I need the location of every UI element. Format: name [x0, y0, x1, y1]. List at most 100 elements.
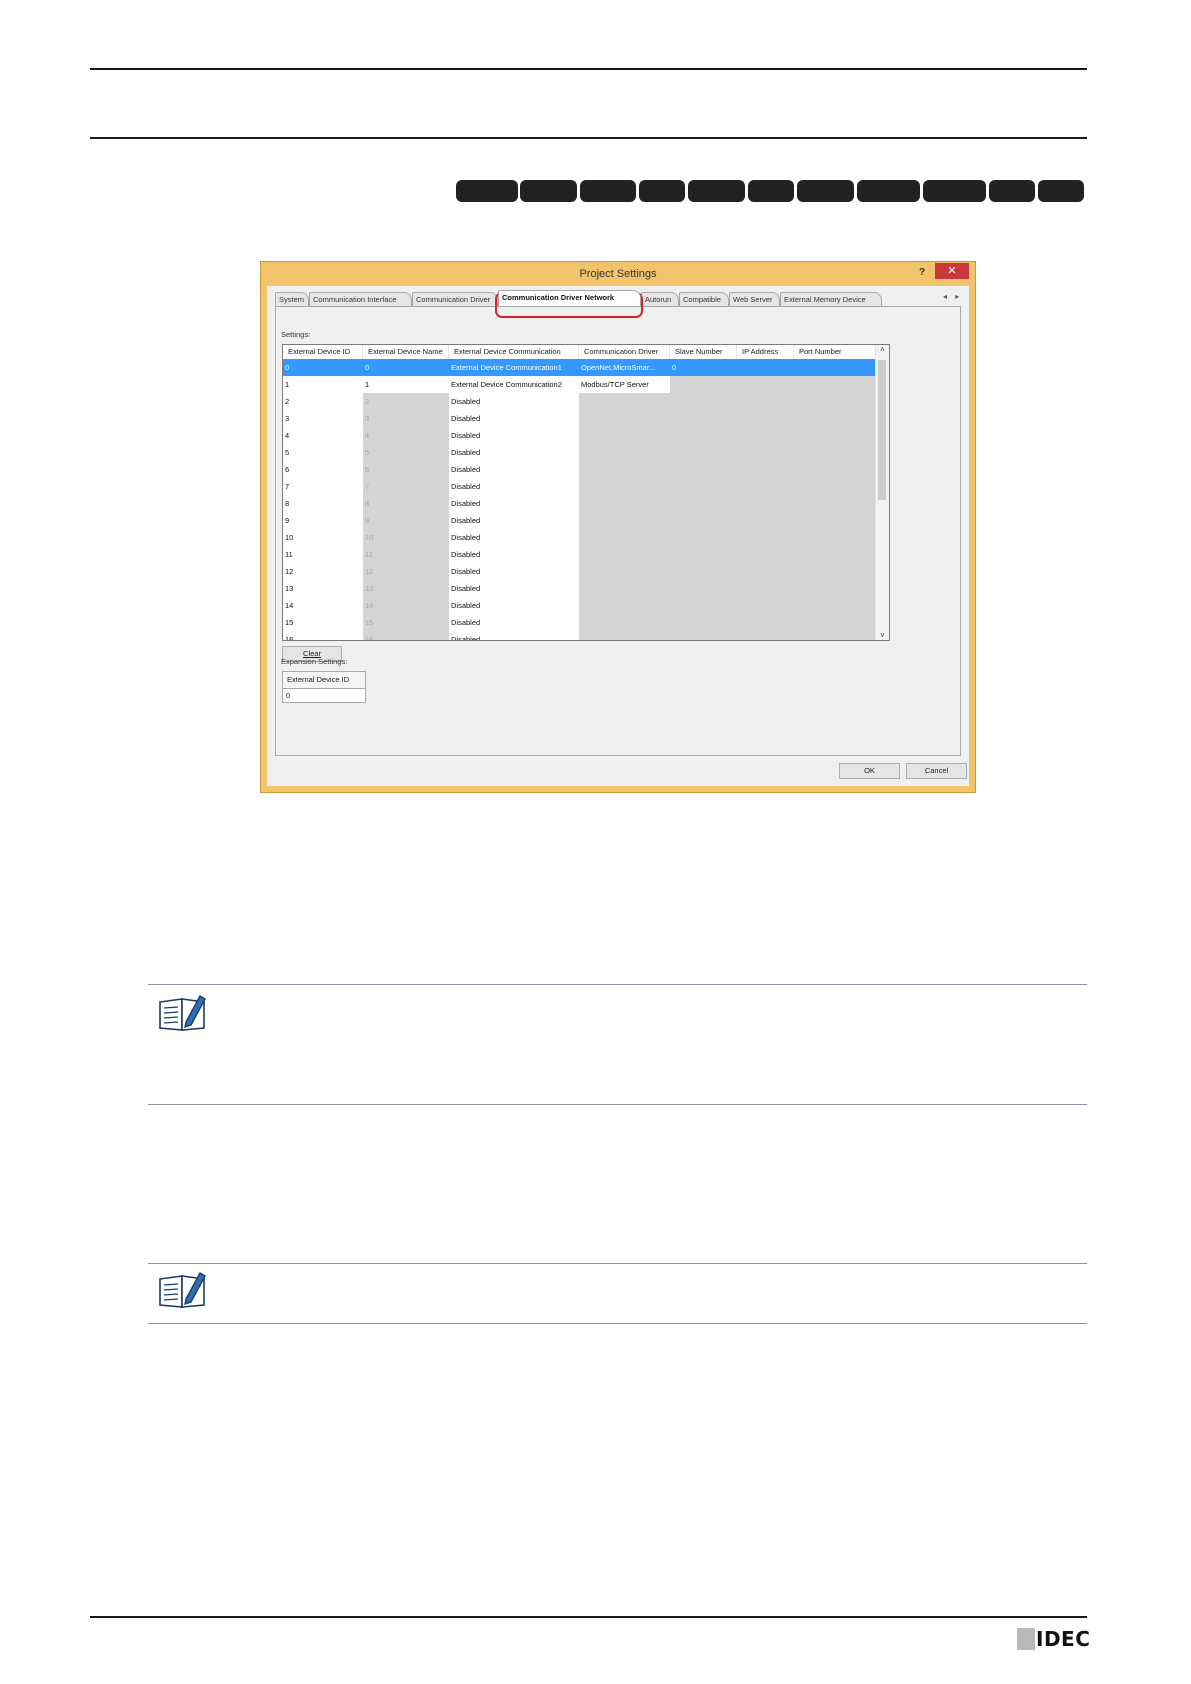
scroll-down-icon[interactable]: ˅: [876, 631, 889, 640]
grid-cell-id[interactable]: 6: [283, 461, 363, 478]
grid-cell-name[interactable]: 4: [363, 427, 449, 444]
grid-cell-slave[interactable]: [670, 393, 877, 410]
grid-cell-comm[interactable]: Disabled: [449, 614, 579, 631]
tab-system[interactable]: System: [275, 292, 309, 306]
grid-vertical-scrollbar[interactable]: ˄ ˅: [875, 345, 889, 640]
grid-cell-comm[interactable]: External Device Communication2: [449, 376, 579, 393]
column-header[interactable]: External Device ID: [283, 345, 363, 359]
table-row[interactable]: 16 16 Disabled: [283, 631, 877, 640]
grid-cell-slave[interactable]: [670, 597, 877, 614]
grid-cell-id[interactable]: 11: [283, 546, 363, 563]
grid-cell-comm[interactable]: External Device Communication1: [449, 359, 579, 376]
grid-cell-comm[interactable]: Disabled: [449, 597, 579, 614]
grid-cell-comm[interactable]: Disabled: [449, 393, 579, 410]
expansion-id-field[interactable]: 0: [282, 688, 366, 703]
grid-cell-comm[interactable]: Disabled: [449, 512, 579, 529]
table-row[interactable]: 11 11 Disabled: [283, 546, 877, 563]
settings-grid[interactable]: External Device ID External Device Name …: [282, 344, 890, 641]
column-header[interactable]: Port Number: [794, 345, 877, 359]
grid-cell-comm[interactable]: Disabled: [449, 631, 579, 640]
grid-cell-slave[interactable]: 0: [670, 359, 877, 376]
grid-cell-name[interactable]: 7: [363, 478, 449, 495]
grid-cell-driver[interactable]: OpenNet,MicroSmar...: [579, 359, 670, 376]
grid-cell-driver[interactable]: [579, 427, 670, 444]
grid-cell-id[interactable]: 4: [283, 427, 363, 444]
table-row[interactable]: 12 12 Disabled: [283, 563, 877, 580]
close-button[interactable]: ✕: [935, 263, 969, 279]
grid-cell-slave[interactable]: [670, 478, 877, 495]
grid-cell-id[interactable]: 3: [283, 410, 363, 427]
grid-cell-id[interactable]: 10: [283, 529, 363, 546]
grid-cell-id[interactable]: 1: [283, 376, 363, 393]
grid-cell-name[interactable]: 10: [363, 529, 449, 546]
grid-cell-slave[interactable]: [670, 512, 877, 529]
grid-cell-comm[interactable]: Disabled: [449, 444, 579, 461]
table-row[interactable]: 13 13 Disabled: [283, 580, 877, 597]
grid-cell-name[interactable]: 0: [363, 359, 449, 376]
grid-cell-comm[interactable]: Disabled: [449, 427, 579, 444]
tab-web-server[interactable]: Web Server: [729, 292, 780, 306]
grid-cell-name[interactable]: 11: [363, 546, 449, 563]
grid-cell-slave[interactable]: [670, 444, 877, 461]
grid-cell-name[interactable]: 3: [363, 410, 449, 427]
grid-cell-driver[interactable]: [579, 478, 670, 495]
grid-cell-name[interactable]: 13: [363, 580, 449, 597]
ok-button[interactable]: OK: [839, 763, 900, 779]
table-row[interactable]: 3 3 Disabled: [283, 410, 877, 427]
grid-cell-slave[interactable]: [670, 461, 877, 478]
grid-cell-driver[interactable]: [579, 580, 670, 597]
column-header[interactable]: Communication Driver: [579, 345, 670, 359]
grid-cell-id[interactable]: 2: [283, 393, 363, 410]
grid-cell-comm[interactable]: Disabled: [449, 461, 579, 478]
tab-compatible[interactable]: Compatible: [679, 292, 729, 306]
grid-cell-slave[interactable]: [670, 546, 877, 563]
table-row[interactable]: 10 10 Disabled: [283, 529, 877, 546]
grid-cell-slave[interactable]: [670, 580, 877, 597]
grid-cell-comm[interactable]: Disabled: [449, 580, 579, 597]
grid-cell-driver[interactable]: [579, 546, 670, 563]
column-header[interactable]: External Device Communication: [449, 345, 579, 359]
grid-cell-name[interactable]: 5: [363, 444, 449, 461]
grid-cell-slave[interactable]: [670, 376, 877, 393]
table-row[interactable]: 6 6 Disabled: [283, 461, 877, 478]
grid-cell-driver[interactable]: [579, 597, 670, 614]
cancel-button[interactable]: Cancel: [906, 763, 967, 779]
grid-cell-slave[interactable]: [670, 529, 877, 546]
tab-autorun[interactable]: Autorun: [641, 292, 679, 306]
tab-communication-interface[interactable]: Communication Interface: [309, 292, 412, 306]
grid-cell-comm[interactable]: Disabled: [449, 546, 579, 563]
tab-communication-driver-network[interactable]: Communication Driver Network: [498, 290, 641, 306]
table-row[interactable]: 9 9 Disabled: [283, 512, 877, 529]
grid-cell-id[interactable]: 15: [283, 614, 363, 631]
table-row[interactable]: 4 4 Disabled: [283, 427, 877, 444]
scroll-up-icon[interactable]: ˄: [876, 345, 889, 354]
grid-cell-name[interactable]: 9: [363, 512, 449, 529]
grid-cell-name[interactable]: 15: [363, 614, 449, 631]
grid-cell-slave[interactable]: [670, 410, 877, 427]
table-row[interactable]: 15 15 Disabled: [283, 614, 877, 631]
tab-scroll-arrows-icon[interactable]: ◂ ▸: [943, 292, 962, 301]
grid-cell-name[interactable]: 8: [363, 495, 449, 512]
tab-communication-driver[interactable]: Communication Driver: [412, 292, 498, 306]
grid-cell-id[interactable]: 13: [283, 580, 363, 597]
grid-cell-driver[interactable]: Modbus/TCP Server: [579, 376, 670, 393]
grid-cell-id[interactable]: 12: [283, 563, 363, 580]
table-row[interactable]: 1 1 External Device Communication2 Modbus/T…: [283, 376, 877, 393]
table-row[interactable]: 7 7 Disabled: [283, 478, 877, 495]
grid-cell-driver[interactable]: [579, 512, 670, 529]
grid-cell-comm[interactable]: Disabled: [449, 563, 579, 580]
grid-cell-slave[interactable]: [670, 427, 877, 444]
grid-cell-slave[interactable]: [670, 495, 877, 512]
scroll-thumb[interactable]: [878, 360, 886, 500]
table-row[interactable]: 14 14 Disabled: [283, 597, 877, 614]
grid-cell-id[interactable]: 0: [283, 359, 363, 376]
grid-cell-name[interactable]: 12: [363, 563, 449, 580]
grid-cell-driver[interactable]: [579, 461, 670, 478]
grid-cell-slave[interactable]: [670, 614, 877, 631]
grid-cell-comm[interactable]: Disabled: [449, 410, 579, 427]
grid-cell-driver[interactable]: [579, 393, 670, 410]
column-header[interactable]: IP Address: [737, 345, 794, 359]
grid-cell-driver[interactable]: [579, 631, 670, 640]
column-header[interactable]: Slave Number: [670, 345, 737, 359]
grid-cell-driver[interactable]: [579, 410, 670, 427]
